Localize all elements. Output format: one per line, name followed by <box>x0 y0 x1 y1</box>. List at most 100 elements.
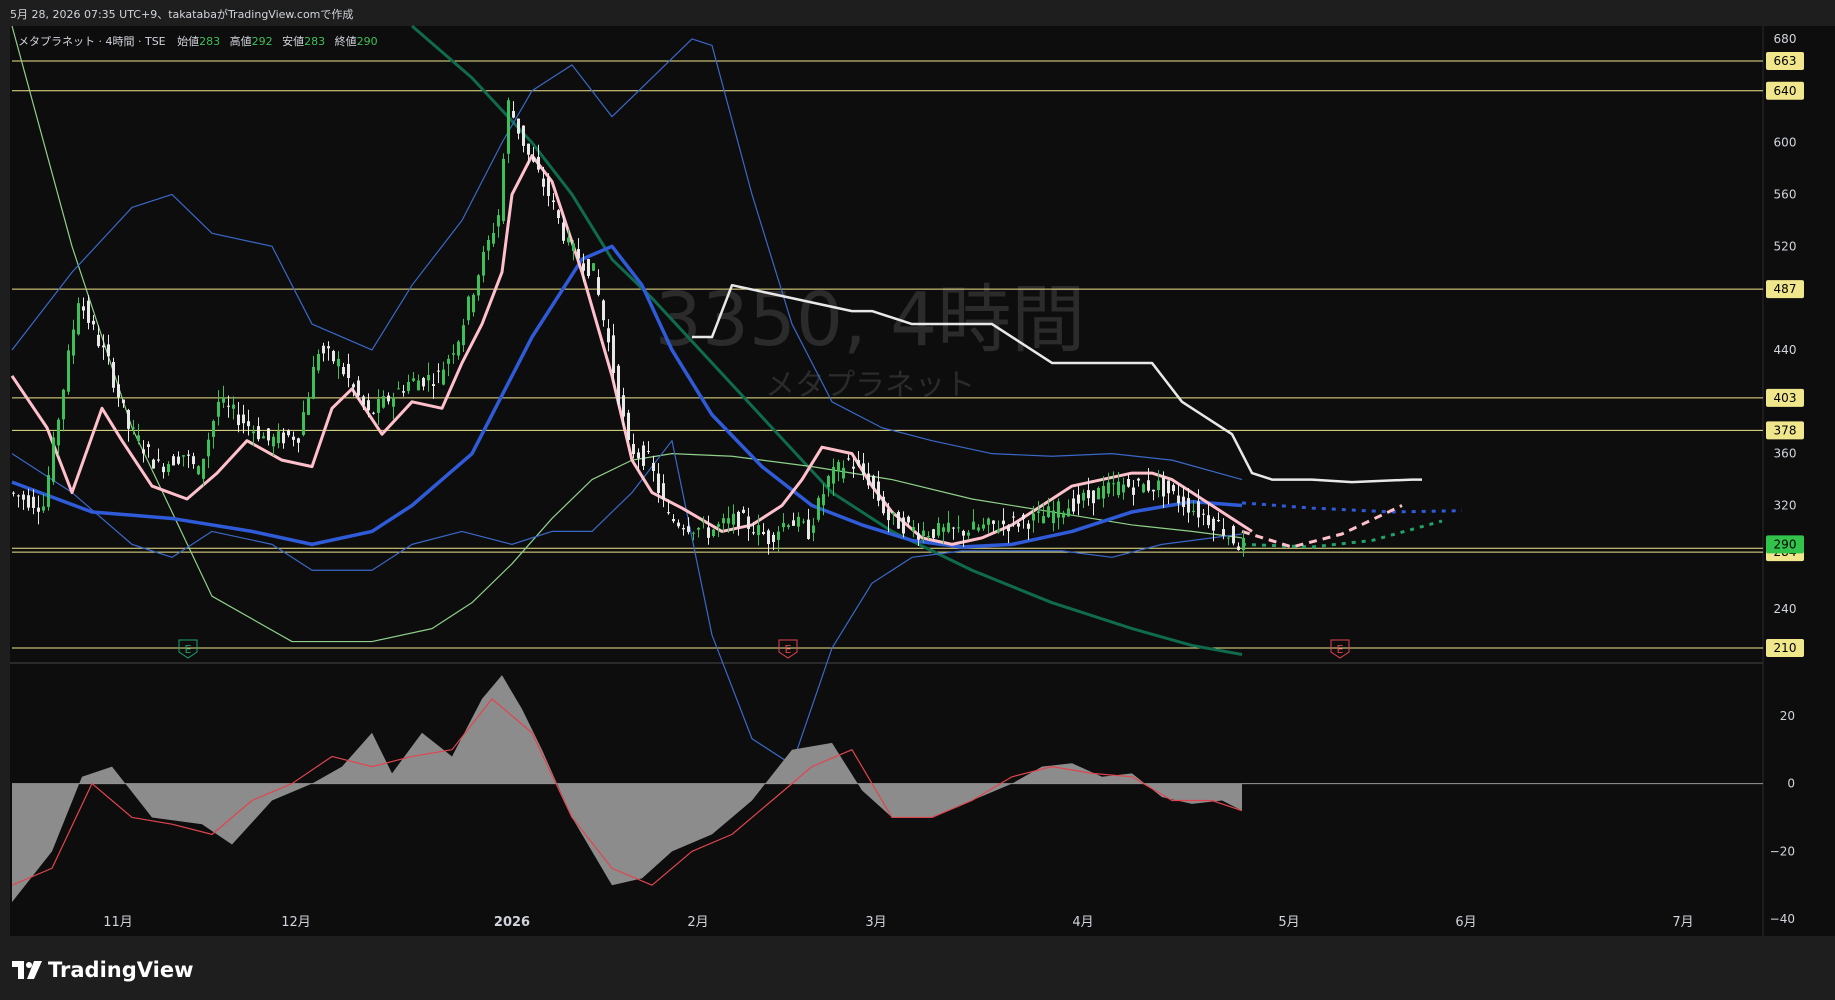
candle <box>197 466 200 475</box>
candle <box>807 519 810 539</box>
candle <box>1202 513 1205 515</box>
candle <box>742 509 745 513</box>
legend-high-label: 高値 <box>230 34 252 48</box>
candle <box>352 384 355 388</box>
candle <box>322 345 325 354</box>
candle <box>587 259 590 276</box>
candle <box>477 275 480 296</box>
candle <box>822 494 825 506</box>
candle <box>407 381 410 392</box>
candle <box>27 495 30 508</box>
tradingview-logo-icon <box>12 961 42 979</box>
candle <box>1157 480 1160 491</box>
candle <box>167 464 170 472</box>
candle <box>312 366 315 399</box>
candle <box>972 521 975 530</box>
price-tick-label: 560 <box>1774 187 1797 201</box>
candle <box>242 414 245 424</box>
legend-open: 283 <box>199 35 220 48</box>
candle <box>432 384 435 386</box>
candle <box>837 462 840 472</box>
candle <box>777 531 780 540</box>
candle <box>662 483 665 500</box>
time-axis-label: 4月 <box>1072 915 1093 930</box>
candle <box>502 158 505 222</box>
candle <box>437 370 440 372</box>
price-chart[interactable]: 3350, 4時間 メタプラネット 6806005605204403603202… <box>0 0 1835 950</box>
candle <box>842 467 845 479</box>
candle <box>222 397 225 403</box>
candle <box>97 334 100 347</box>
time-axis-label: 11月 <box>103 915 133 930</box>
price-tick-label: 360 <box>1774 447 1797 461</box>
candle <box>187 454 190 456</box>
candle <box>577 249 580 259</box>
candle <box>967 532 970 536</box>
candle <box>832 466 835 484</box>
candle <box>1147 480 1150 491</box>
candle <box>672 519 675 522</box>
candle <box>702 521 705 523</box>
earnings-marker-label: E <box>785 643 792 656</box>
candle <box>112 361 115 388</box>
level-label-text: 210 <box>1774 641 1797 655</box>
candle <box>62 389 65 420</box>
candle <box>1172 485 1175 492</box>
level-label-text: 403 <box>1774 391 1797 405</box>
candle <box>632 444 635 455</box>
candle <box>597 277 600 295</box>
last-price-label: 290 <box>1766 535 1804 554</box>
candle <box>852 466 855 469</box>
candle <box>687 526 690 533</box>
candle <box>1092 490 1095 504</box>
candle <box>422 378 425 387</box>
candle <box>377 399 380 413</box>
candle <box>962 531 965 536</box>
candle <box>857 460 860 466</box>
candle <box>1027 523 1030 529</box>
candle <box>1182 496 1185 508</box>
candle <box>387 395 390 402</box>
level-label-text: 663 <box>1774 54 1797 68</box>
legend-low: 283 <box>304 35 325 48</box>
level-label-text: 640 <box>1774 84 1797 98</box>
candle <box>532 156 535 162</box>
tradingview-screenshot: 5月 28, 2026 07:35 UTC+9、takatabaがTrading… <box>0 0 1835 1000</box>
candle <box>572 243 575 252</box>
candle <box>887 508 890 521</box>
candle <box>877 481 880 501</box>
candle <box>282 432 285 444</box>
candle <box>1207 515 1210 526</box>
candle <box>732 513 735 525</box>
candle <box>442 369 445 385</box>
legend-low-label: 安値 <box>282 34 304 48</box>
candle <box>872 475 875 489</box>
candle <box>307 397 310 415</box>
price-tick-label: 440 <box>1774 343 1797 357</box>
tradingview-brand[interactable]: TradingView <box>12 958 193 982</box>
candle <box>827 476 830 488</box>
candle <box>217 401 220 417</box>
candle <box>507 100 510 154</box>
candle <box>392 397 395 407</box>
time-axis-label: 7月 <box>1672 915 1693 930</box>
candle <box>1112 483 1115 485</box>
candle <box>602 300 605 321</box>
candle <box>997 529 1000 533</box>
candle <box>747 516 750 529</box>
price-tick-label: 600 <box>1774 136 1797 150</box>
candle <box>1032 513 1035 521</box>
candle <box>1052 510 1055 524</box>
candle <box>932 529 935 538</box>
time-axis-label: 12月 <box>281 915 311 930</box>
candle <box>1232 526 1235 544</box>
candle <box>1012 516 1015 518</box>
candle <box>1237 546 1240 550</box>
svg-text:メタプラネット · 4時間 · TSE 始値: メタプラネット · 4時間 · TSE 始値283 高値292 安値283 終値… <box>18 34 378 48</box>
candle <box>607 328 610 343</box>
legend-symbol: メタプラネット · 4時間 · TSE <box>18 35 166 48</box>
candle <box>1192 510 1195 513</box>
candle <box>447 358 450 364</box>
candle <box>42 506 45 511</box>
candle <box>517 118 520 134</box>
